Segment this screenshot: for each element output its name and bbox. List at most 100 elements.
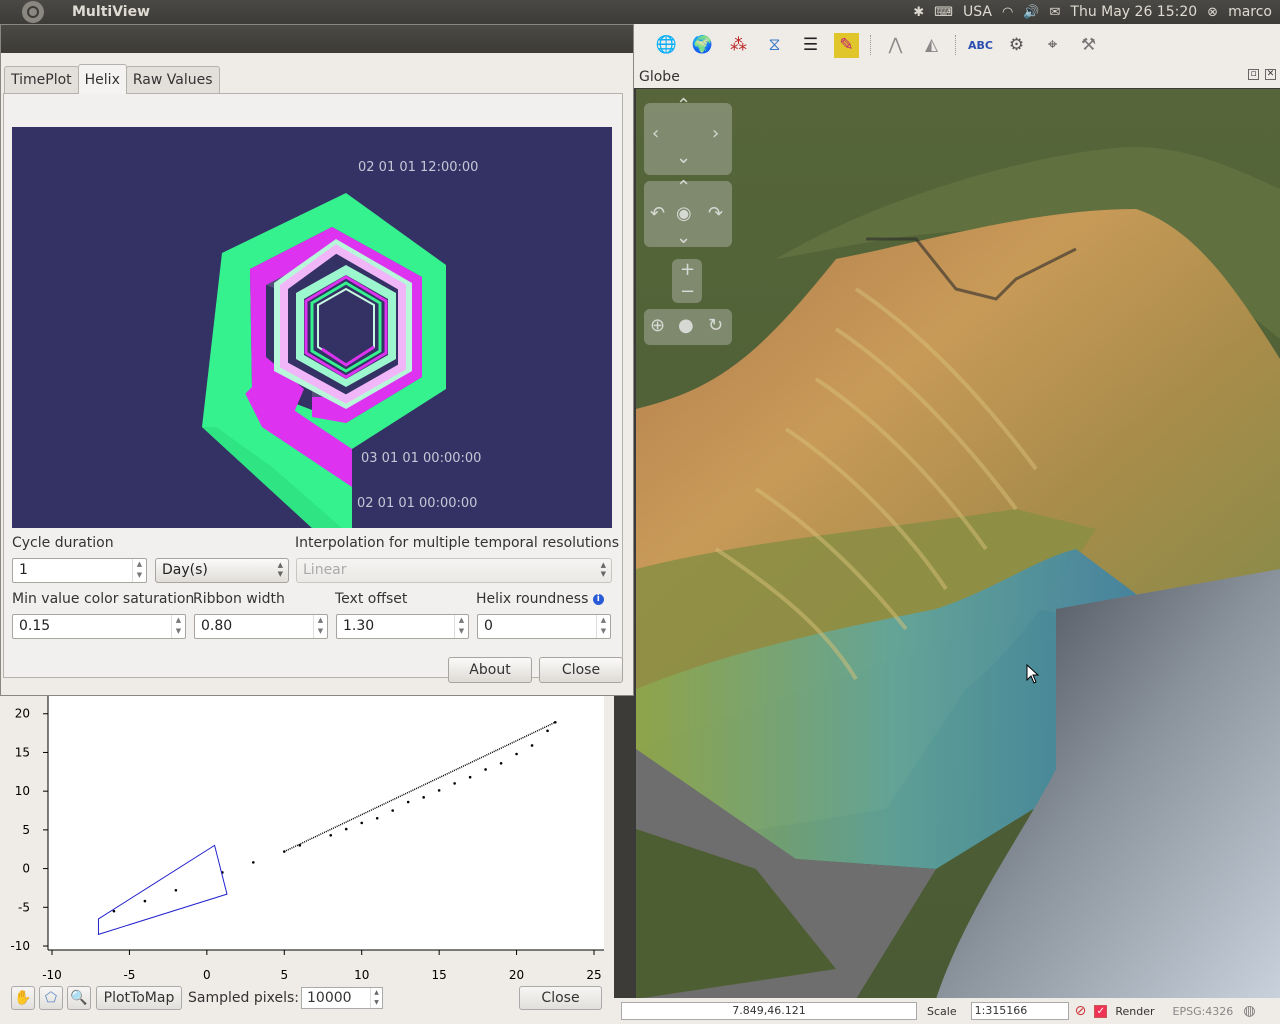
spin-arrows-icon[interactable]: ▲ ▼ xyxy=(313,615,327,638)
spin-arrows-icon[interactable]: ▲ ▼ xyxy=(454,615,468,638)
histogram-icon[interactable]: ◭ xyxy=(919,33,944,58)
x-tick-label: -5 xyxy=(123,968,135,982)
ribbon-width-spinbox[interactable]: 0.80 ▲ ▼ xyxy=(194,614,328,639)
plugin-tool-icon[interactable]: ⚙ xyxy=(1004,33,1029,58)
interpolation-label: Interpolation for multiple temporal reso… xyxy=(295,535,620,551)
tilt-down-icon[interactable]: ⌄ xyxy=(676,227,691,248)
user-name[interactable]: marco xyxy=(1228,4,1272,20)
y-tick-label: 0 xyxy=(22,862,30,876)
layers-icon[interactable]: ☰ xyxy=(798,33,823,58)
globe-launch-icon[interactable]: 🌐 xyxy=(654,33,679,58)
bluetooth-icon[interactable]: ✱ xyxy=(913,5,924,20)
x-tick-label: 5 xyxy=(280,968,288,982)
rotate-left-icon[interactable]: ↶ xyxy=(650,203,665,224)
cycle-duration-spinbox[interactable]: 1 ▲ ▼ xyxy=(12,558,147,583)
polygon-select-button[interactable]: ⬠ xyxy=(39,986,63,1010)
data-point xyxy=(329,833,333,837)
scatterplot-window: -10 -5 0 5 10 15 20 25 20 15 10 5 0 -5 -10 ✋ ⬠ 🔍 PlotT… xyxy=(0,690,614,1024)
data-point xyxy=(252,861,255,864)
helix-view[interactable]: 02 01 01 12:00:00 03 01 01 00:00:00 02 0… xyxy=(12,127,612,528)
tab-timeplot[interactable]: TimePlot xyxy=(4,66,79,94)
render-label: Render xyxy=(1115,1004,1155,1018)
globe-toolbar: 🌐 🌍 ⁂ ⧖ ☰ ✎ ⋀ ◭ ABC ⚙ ⌖ ⚒ xyxy=(634,24,1280,66)
spin-arrows-icon[interactable]: ▲ ▼ xyxy=(132,559,146,582)
data-point xyxy=(344,827,348,831)
close-dock-icon[interactable]: ✕ xyxy=(1265,69,1276,80)
close-button[interactable]: Close xyxy=(539,657,623,683)
scatterplot-chart[interactable]: -10 -5 0 5 10 15 20 25 20 15 10 5 0 -5 -10 xyxy=(0,690,614,986)
zoom-tool-button[interactable]: 🔍 xyxy=(67,986,91,1010)
tab-raw-values[interactable]: Raw Values xyxy=(125,66,220,94)
zoom-out-icon[interactable]: − xyxy=(680,281,695,302)
crs-label[interactable]: EPSG:4326 xyxy=(1173,1005,1234,1018)
ubuntu-logo-icon[interactable] xyxy=(22,1,44,23)
interpolation-combo: Linear ▲ ▼ xyxy=(296,558,612,583)
render-checkbox[interactable]: ✓ xyxy=(1094,1004,1108,1018)
scatterplot-icon[interactable]: ⁂ xyxy=(726,33,751,58)
info-icon[interactable]: i xyxy=(592,593,604,605)
messages-icon[interactable]: ◍ xyxy=(1243,1003,1255,1019)
data-point xyxy=(484,768,487,771)
pan-left-icon[interactable]: ‹ xyxy=(652,123,659,144)
min-saturation-spinbox[interactable]: 0.15 ▲ ▼ xyxy=(12,614,186,639)
scale-label: Scale xyxy=(927,1004,957,1018)
plot-to-map-button[interactable]: PlotToMap xyxy=(96,986,182,1010)
data-point xyxy=(360,821,364,825)
plugin-manager-icon[interactable]: ⚒ xyxy=(1076,33,1101,58)
helix-roundness-label: Helix roundness i xyxy=(476,591,604,607)
float-icon[interactable]: ▫ xyxy=(1248,69,1259,80)
coordinates-field[interactable]: 7.849,46.121 xyxy=(621,1002,917,1020)
keyboard-icon[interactable]: ⌨ xyxy=(934,5,953,20)
sync-icon[interactable]: ● xyxy=(678,315,694,336)
zoom-in-icon[interactable]: + xyxy=(680,259,695,280)
dialog-titlebar[interactable] xyxy=(1,25,633,53)
wifi-icon[interactable]: ◠ xyxy=(1002,5,1013,20)
pan-tool-button[interactable]: ✋ xyxy=(11,986,35,1010)
toolbar-separator xyxy=(870,35,872,55)
tab-helix[interactable]: Helix xyxy=(77,64,127,94)
pan-down-icon[interactable]: ⌄ xyxy=(676,147,691,168)
pan-right-icon[interactable]: › xyxy=(712,123,719,144)
user-status-icon[interactable]: ⊗ xyxy=(1207,5,1218,20)
mail-icon[interactable]: ✉ xyxy=(1049,5,1060,20)
y-tick-label: -5 xyxy=(18,900,30,914)
volume-icon[interactable]: 🔊 xyxy=(1023,5,1039,20)
reset-view-icon[interactable]: ◉ xyxy=(676,203,692,224)
spin-arrows-icon[interactable]: ▲ ▼ xyxy=(171,615,185,638)
globe-dock-titlebar: Globe ▫ ✕ xyxy=(634,66,1280,88)
sampled-pixels-spinbox[interactable]: 10000 ▲ ▼ xyxy=(301,987,383,1009)
combo-arrows-icon: ▲ ▼ xyxy=(600,561,606,578)
profile-icon[interactable]: ⋀ xyxy=(883,33,908,58)
spin-arrows-icon[interactable]: ▲ ▼ xyxy=(596,615,610,638)
globe-3d-view[interactable]: ⌃ ‹ › ⌄ ⌃ ↶ ◉ ↷ ⌄ + − ⊕ ● ↻ xyxy=(636,89,1280,999)
min-saturation-label: Min value color saturation xyxy=(12,591,195,607)
refresh-icon[interactable]: ↻ xyxy=(708,315,723,336)
helix-label-bottom: 02 01 01 00:00:00 xyxy=(357,496,478,511)
pan-up-icon[interactable]: ⌃ xyxy=(676,95,691,116)
spin-arrows-icon[interactable]: ▲ ▼ xyxy=(370,988,382,1008)
color-ramp-icon[interactable]: ✎ xyxy=(834,32,859,58)
data-point xyxy=(546,729,549,733)
helix-icon[interactable]: ⧖ xyxy=(762,33,787,58)
globe-sync-icon[interactable]: 🌍 xyxy=(690,33,715,58)
min-saturation-value: 0.15 xyxy=(19,618,51,634)
data-point xyxy=(143,899,147,903)
tilt-up-icon[interactable]: ⌃ xyxy=(676,177,691,198)
text-offset-spinbox[interactable]: 1.30 ▲ ▼ xyxy=(336,614,469,639)
scatter-close-button[interactable]: Close xyxy=(519,986,602,1010)
home-icon[interactable]: ⊕ xyxy=(650,315,665,336)
cycle-duration-value: 1 xyxy=(19,562,28,578)
helix-roundness-spinbox[interactable]: 0 ▲ ▼ xyxy=(477,614,611,639)
y-tick-label: -10 xyxy=(10,939,30,953)
text-offset-value: 1.30 xyxy=(343,618,375,634)
rotate-right-icon[interactable]: ↷ xyxy=(708,203,723,224)
cycle-unit-combo[interactable]: Day(s) ▲ ▼ xyxy=(155,558,289,583)
plugin-lasso-icon[interactable]: ⌖ xyxy=(1040,33,1065,58)
labeling-icon[interactable]: ABC xyxy=(968,33,993,58)
about-button[interactable]: About xyxy=(448,657,532,683)
data-point xyxy=(499,761,503,765)
stop-render-icon[interactable]: ⊘ xyxy=(1075,1003,1087,1019)
keyboard-layout[interactable]: USA xyxy=(963,4,992,20)
scale-field[interactable]: 1:315166 xyxy=(970,1002,1069,1020)
clock[interactable]: Thu May 26 15:20 xyxy=(1070,4,1197,20)
